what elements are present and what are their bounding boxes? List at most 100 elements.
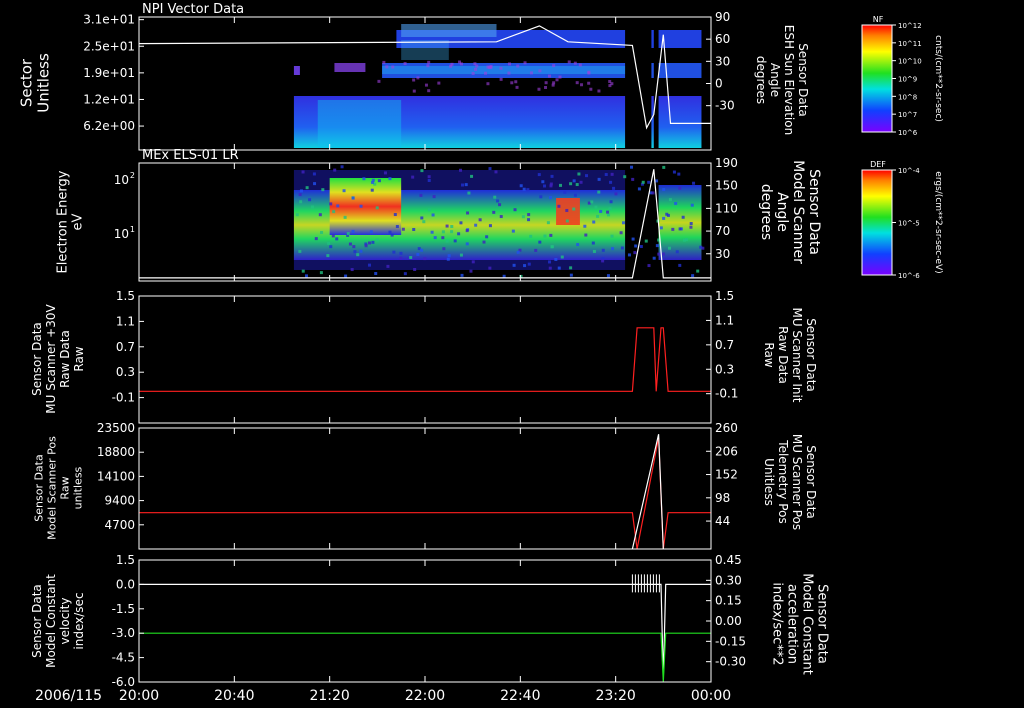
noise-pixel <box>552 64 555 67</box>
noise-pixel <box>682 216 685 219</box>
noise-pixel <box>371 241 374 244</box>
noise-pixel <box>474 224 477 227</box>
noise-pixel <box>404 62 407 65</box>
noise-pixel <box>378 179 381 182</box>
noise-pixel <box>349 243 352 246</box>
axis-title-line: Electron Energy <box>56 170 71 273</box>
y-tick-label: 1.1 <box>116 314 135 328</box>
noise-pixel <box>433 195 436 198</box>
noise-pixel <box>374 272 377 275</box>
noise-pixel <box>496 199 499 202</box>
noise-pixel <box>426 64 429 67</box>
noise-pixel <box>461 274 464 277</box>
noise-pixel <box>594 206 597 209</box>
noise-pixel <box>597 89 600 92</box>
right-axis-title-line: index/sec**2 <box>770 582 785 665</box>
noise-pixel <box>513 264 516 267</box>
noise-pixel <box>557 205 560 208</box>
right-tick-label: 90 <box>715 10 730 24</box>
noise-pixel <box>640 245 643 248</box>
noise-pixel <box>527 213 530 216</box>
noise-pixel <box>475 65 478 68</box>
data-gap <box>625 163 630 281</box>
right-tick-label: 30 <box>715 247 730 261</box>
y-tick-label: -3.0 <box>112 626 135 640</box>
noise-pixel <box>602 249 605 252</box>
noise-pixel <box>329 245 332 248</box>
noise-pixel <box>526 188 529 191</box>
noise-pixel <box>459 169 462 172</box>
right-axis-title-line: Raw Data <box>776 326 790 384</box>
noise-pixel <box>399 252 402 255</box>
y-tick-exponent: 1 <box>130 225 135 234</box>
noise-pixel <box>577 172 580 175</box>
noise-pixel <box>394 213 397 216</box>
noise-pixel <box>352 197 355 200</box>
noise-pixel <box>537 88 540 91</box>
noise-pixel <box>568 60 571 63</box>
right-tick-label: -0.15 <box>715 634 746 648</box>
noise-pixel <box>332 210 335 213</box>
y-tick-exponent: 2 <box>130 171 135 180</box>
noise-pixel <box>298 250 301 253</box>
noise-pixel <box>431 231 434 234</box>
plot-canvas: 3.1e+012.5e+011.9e+011.2e+016.2e+0090603… <box>0 0 1024 708</box>
noise-pixel <box>320 271 323 274</box>
y-tick-label: -4.5 <box>112 651 135 665</box>
panel-title-1: NPI Vector Data <box>142 2 244 17</box>
panel-frame-4 <box>139 428 711 549</box>
colorbar <box>862 25 892 132</box>
noise-pixel <box>425 84 428 87</box>
noise-pixel <box>492 211 495 214</box>
noise-pixel <box>420 169 423 172</box>
noise-pixel <box>500 78 503 81</box>
noise-pixel <box>409 256 412 259</box>
y-tick-label: 0.7 <box>116 340 135 354</box>
velocity-jitter <box>632 574 659 592</box>
noise-pixel <box>428 179 431 182</box>
noise-pixel <box>402 228 405 231</box>
noise-pixel <box>447 258 450 261</box>
noise-pixel <box>671 228 674 231</box>
y-tick-label: 0.3 <box>116 365 135 379</box>
right-tick-label: 190 <box>715 156 738 170</box>
axis-title-line: Model Constant <box>44 574 58 668</box>
right-tick-label: -30 <box>715 99 735 113</box>
noise-pixel <box>573 179 576 182</box>
noise-pixel <box>489 224 492 227</box>
noise-pixel <box>428 175 431 178</box>
data-gap <box>625 17 630 150</box>
noise-pixel <box>612 187 615 190</box>
noise-pixel <box>457 232 460 235</box>
noise-pixel <box>359 250 362 253</box>
noise-pixel <box>556 78 559 81</box>
right-axis-title-line: Sensor Data <box>796 43 810 117</box>
right-tick-label: 150 <box>715 179 738 193</box>
noise-pixel <box>541 180 544 183</box>
colorbar <box>862 170 892 275</box>
noise-pixel <box>583 225 586 228</box>
right-tick-label: 110 <box>715 201 738 215</box>
noise-pixel <box>656 244 659 247</box>
noise-pixel <box>569 266 572 269</box>
colorbar-tick-label: 10^9 <box>898 76 917 84</box>
right-tick-label: 260 <box>715 421 738 435</box>
x-tick-label: 22:40 <box>500 688 540 704</box>
noise-pixel <box>576 81 579 84</box>
noise-pixel <box>609 207 612 210</box>
right-axis-title-line: Telemetry Pos <box>776 439 790 523</box>
noise-pixel <box>610 200 613 203</box>
noise-pixel <box>388 231 391 234</box>
noise-pixel <box>344 216 347 219</box>
noise-pixel <box>632 238 635 241</box>
noise-pixel <box>611 247 614 250</box>
noise-pixel <box>329 202 332 205</box>
noise-pixel <box>427 61 430 64</box>
noise-pixel <box>623 175 626 178</box>
noise-pixel <box>321 188 324 191</box>
noise-pixel <box>574 62 577 65</box>
colorbar-tick-label: 10^10 <box>898 58 922 66</box>
noise-pixel <box>385 65 388 68</box>
noise-pixel <box>576 183 579 186</box>
noise-pixel <box>691 204 694 207</box>
